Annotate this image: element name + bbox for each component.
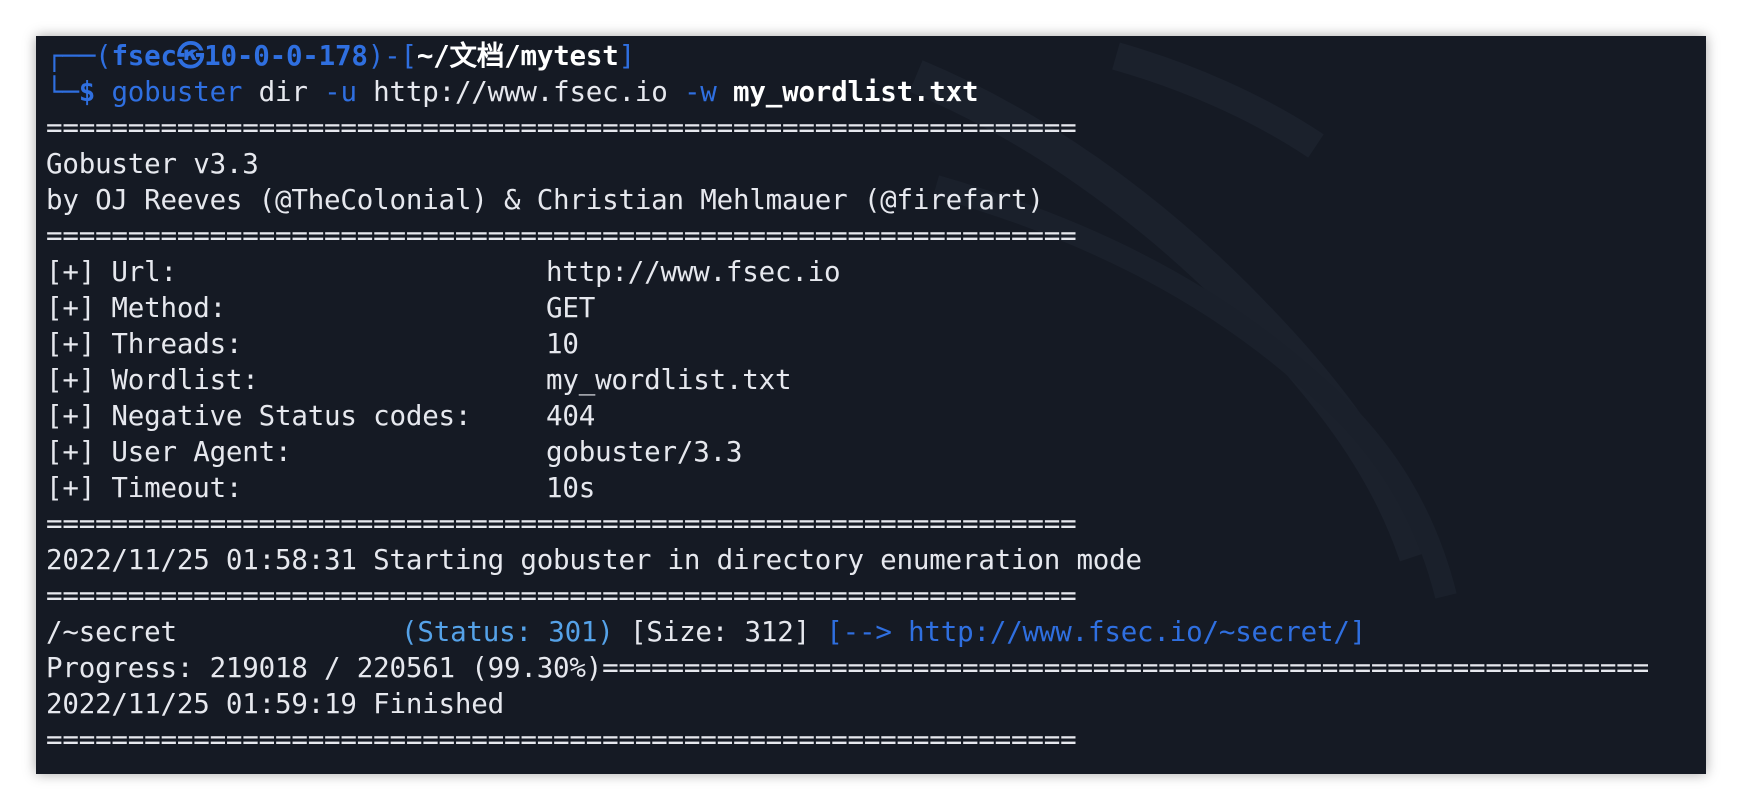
prompt-corner-bottom: └─ [46,76,79,108]
config-value: gobuster/3.3 [546,436,743,468]
config-row-url: [+] Url: http://www.fsec.io [46,254,1706,290]
result-line: /~secret (Status: 301) [Size: 312] [--> h… [46,614,1706,650]
prompt-line-1: ┌──(fsec㉿10-0-0-178)-[~/文档/mytest] [46,38,1706,74]
wordlist-argument: my_wordlist.txt [716,76,979,108]
config-row-wordlist: [+] Wordlist: my_wordlist.txt [46,362,1706,398]
config-row-method: [+] Method: GET [46,290,1706,326]
config-value: 404 [546,400,596,432]
config-row-timeout: [+] Timeout: 10s [46,470,1706,506]
config-label: [+] Threads: [46,328,243,360]
config-row-negative-status: [+] Negative Status codes: 404 [46,398,1706,434]
separator: ========================================… [46,580,1077,612]
separator: ========================================… [46,112,1077,144]
command-name: gobuster [111,76,243,108]
config-row-threads: [+] Threads: 10 [46,326,1706,362]
command-subcommand: dir [242,76,325,108]
prompt-dir-open: )-[ [367,40,417,72]
result-redirect: [--> http://www.fsec.io/~secret/] [826,616,1367,648]
config-label: [+] Url: [46,256,177,288]
separator: ========================================… [46,220,1077,252]
banner-title: Gobuster v3.3 [46,148,259,180]
config-label: [+] Timeout: [46,472,243,504]
flag-w: -w [683,76,717,108]
prompt-dir-close: ] [618,40,636,72]
terminal-window[interactable]: ┌──(fsec㉿10-0-0-178)-[~/文档/mytest] └─$ g… [36,36,1706,774]
config-value: http://www.fsec.io [546,256,841,288]
banner-authors: by OJ Reeves (@TheColonial) & Christian … [46,184,1044,216]
config-label: [+] Method: [46,292,226,324]
prompt-path: ~/文档/mytest [416,40,619,72]
result-path: /~secret [46,616,177,648]
config-label: [+] User Agent: [46,436,292,468]
flag-u: -u [324,76,357,108]
prompt-user-host: fsec㉿10-0-0-178 [111,40,368,72]
start-line: 2022/11/25 01:58:31 Starting gobuster in… [46,544,1142,576]
config-row-user-agent: [+] User Agent: gobuster/3.3 [46,434,1706,470]
config-value: GET [546,292,596,324]
config-value: my_wordlist.txt [546,364,792,396]
config-label: [+] Negative Status codes: [46,400,472,432]
finished-line: 2022/11/25 01:59:19 Finished [46,688,504,720]
config-label: [+] Wordlist: [46,364,259,396]
prompt-corner-top: ┌──( [46,40,112,72]
prompt-dollar: $ [78,76,112,108]
config-value: 10 [546,328,579,360]
separator: ========================================… [46,724,1077,756]
prompt-line-2: └─$ gobuster dir -u http://www.fsec.io -… [46,74,1706,110]
result-status: (Status: 301) [401,616,614,648]
separator: ========================================… [46,508,1077,540]
terminal-output: ┌──(fsec㉿10-0-0-178)-[~/文档/mytest] └─$ g… [46,38,1706,758]
url-argument: http://www.fsec.io [356,76,684,108]
result-size: [Size: 312] [630,616,810,648]
config-value: 10s [546,472,596,504]
progress-line: Progress: 219018 / 220561 (99.30%)======… [46,652,1649,684]
